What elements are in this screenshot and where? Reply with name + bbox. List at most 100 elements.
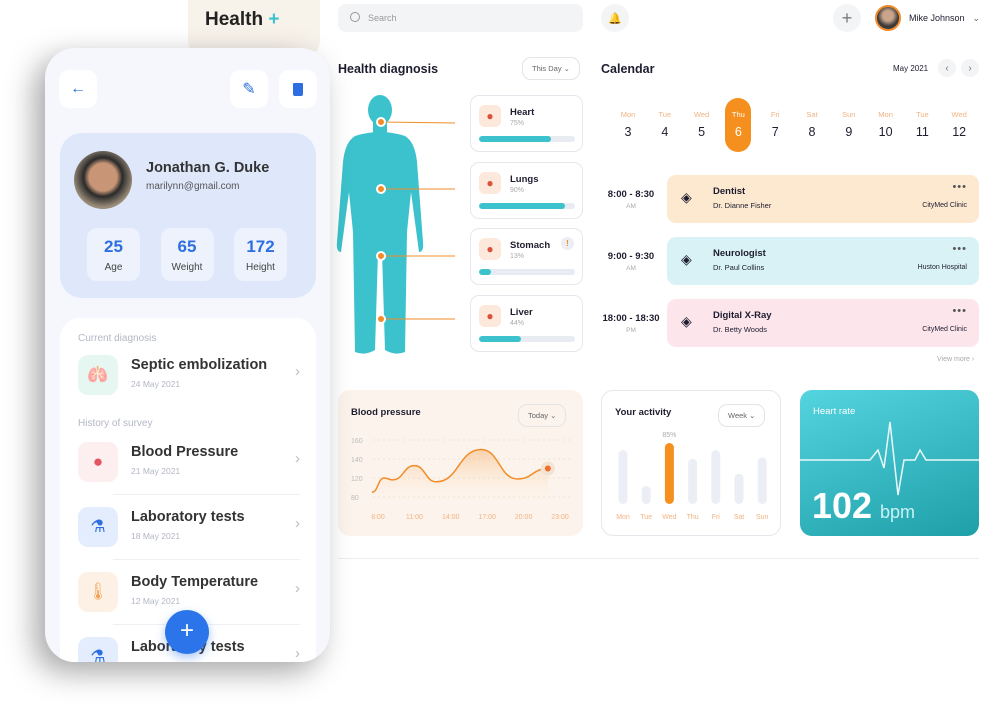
x-tick-label: Thu bbox=[687, 514, 699, 521]
x-tick-label: Tue bbox=[640, 514, 652, 521]
item-date: 24 May 2021 bbox=[131, 379, 181, 389]
list-item[interactable]: ● Blood Pressure 21 May 2021 › bbox=[78, 438, 300, 488]
appointment-title: Dentist bbox=[713, 186, 746, 197]
add-fab-button[interactable]: + bbox=[165, 610, 209, 654]
stat-label: Weight bbox=[171, 262, 203, 273]
item-title: Laboratory tests bbox=[131, 509, 245, 525]
date-number: 7 bbox=[771, 125, 779, 139]
stat-value: 172 bbox=[246, 237, 275, 256]
calendar-day[interactable]: Fri 7 bbox=[762, 110, 788, 139]
avatar bbox=[74, 151, 132, 209]
user-menu[interactable]: Mike Johnson ⌄ bbox=[875, 5, 980, 31]
time-range: 8:00 - 8:30 bbox=[607, 189, 655, 200]
add-button[interactable]: + bbox=[833, 4, 861, 32]
heart-rate-card: Heart rate 102 bpm bbox=[800, 390, 979, 536]
item-title: Body Temperature bbox=[131, 574, 259, 590]
calendar-day[interactable]: Thu 6 bbox=[725, 98, 752, 152]
section-label: History of survey bbox=[78, 418, 153, 429]
calendar-day[interactable]: Tue 11 bbox=[909, 110, 935, 139]
progress-bar bbox=[479, 269, 575, 275]
lungs-icon: 🫁 bbox=[78, 355, 118, 395]
list-item[interactable]: 🫁 Septic embolization 24 May 2021 › bbox=[78, 351, 300, 401]
y-tick-label: 120 bbox=[351, 476, 363, 483]
date-number: 4 bbox=[661, 125, 669, 139]
delete-button[interactable] bbox=[279, 70, 317, 108]
organ-percent: 44% bbox=[510, 319, 525, 327]
calendar-day[interactable]: Wed 12 bbox=[946, 110, 972, 139]
stat-box: 65 Weight bbox=[160, 228, 214, 281]
organ-name: Lungs bbox=[510, 173, 539, 185]
calendar-day[interactable]: Mon 10 bbox=[873, 110, 899, 139]
doctor-name: Dr. Betty Woods bbox=[713, 325, 768, 334]
time-range: 9:00 - 9:30 bbox=[607, 251, 655, 262]
organ-percent: 13% bbox=[510, 253, 525, 260]
calendar-day[interactable]: Sun 9 bbox=[836, 110, 862, 139]
search-input[interactable]: Search bbox=[338, 4, 583, 32]
stat-box: 172 Height bbox=[234, 228, 287, 281]
xray-icon: ◈ bbox=[681, 313, 692, 329]
section-title: Health diagnosis bbox=[338, 62, 439, 76]
appointment-card[interactable]: ◈ Dentist Dr. Dianne Fisher ••• CityMed Clin… bbox=[667, 175, 979, 223]
period-dropdown[interactable]: This Day ⌄ bbox=[522, 57, 580, 80]
weekday: Mon bbox=[620, 110, 636, 119]
progress-fill bbox=[479, 136, 551, 142]
activity-bar[interactable] bbox=[641, 486, 651, 504]
organ-percent: 75% bbox=[510, 120, 525, 127]
next-month-button[interactable]: › bbox=[961, 59, 979, 77]
activity-bar[interactable] bbox=[711, 450, 721, 504]
appointment-title: Digital X-Ray bbox=[713, 310, 772, 321]
activity-bar[interactable] bbox=[688, 458, 698, 504]
logo[interactable]: Health + bbox=[205, 9, 279, 31]
organ-card[interactable]: ● Liver 44% bbox=[470, 294, 583, 352]
edit-button[interactable]: ✎ bbox=[230, 70, 268, 108]
divider bbox=[338, 558, 979, 559]
lungs-icon: ● bbox=[479, 171, 501, 194]
divider bbox=[113, 559, 300, 560]
more-options-button[interactable]: ••• bbox=[952, 243, 967, 255]
more-options-button[interactable]: ••• bbox=[952, 181, 967, 193]
calendar-day[interactable]: Tue 4 bbox=[652, 110, 678, 139]
y-tick-label: 140 bbox=[351, 457, 363, 464]
item-date: 18 May 2021 bbox=[131, 531, 181, 541]
calendar-day[interactable]: Mon 3 bbox=[615, 110, 641, 139]
chevron-right-icon: › bbox=[295, 515, 300, 532]
clinic-name: CityMed Clinic bbox=[922, 326, 967, 333]
weekday: Wed bbox=[693, 110, 710, 119]
ampm: AM bbox=[626, 203, 636, 210]
chevron-down-icon: ⌄ bbox=[972, 12, 981, 23]
organ-card[interactable]: ● Lungs 90% bbox=[470, 161, 583, 219]
profile-card: Jonathan G. Duke marilynn@gmail.com 25 Ag… bbox=[60, 133, 316, 298]
calendar-day[interactable]: Wed 5 bbox=[689, 110, 715, 139]
appointment-card[interactable]: ◈ Neurologist Dr. Paul Collins ••• Huston Ho… bbox=[667, 237, 979, 285]
back-button[interactable]: ← bbox=[59, 70, 97, 108]
activity-bar[interactable] bbox=[757, 457, 767, 504]
weekday: Mon bbox=[878, 110, 893, 119]
bell-icon: 🔔 bbox=[608, 12, 622, 25]
x-tick-label: Fri bbox=[712, 514, 721, 521]
weekday: Thu bbox=[731, 110, 745, 119]
logo-text: Health bbox=[205, 9, 264, 30]
progress-fill bbox=[479, 202, 566, 209]
date-number: 10 bbox=[878, 125, 893, 139]
organ-card[interactable]: ● Stomach 13% ! bbox=[470, 228, 583, 285]
prev-month-button[interactable]: ‹ bbox=[938, 59, 956, 77]
notification-button[interactable]: 🔔 bbox=[601, 4, 629, 32]
activity-bar[interactable] bbox=[618, 450, 628, 504]
list-item[interactable]: ⚗ Laboratory tests 18 May 2021 › bbox=[78, 503, 300, 553]
chevron-right-icon: › bbox=[295, 645, 300, 662]
x-tick-label: Sat bbox=[734, 514, 745, 521]
more-options-button[interactable]: ••• bbox=[952, 305, 967, 317]
warning-icon[interactable]: ! bbox=[561, 237, 574, 250]
view-more-link[interactable]: View more › bbox=[937, 356, 974, 363]
mobile-profile-panel: ← ✎ Jonathan G. Duke marilynn@gmail.com … bbox=[45, 48, 330, 662]
organ-card[interactable]: ● Heart 75% bbox=[470, 95, 583, 152]
activity-bar[interactable] bbox=[664, 443, 674, 504]
last-data-point[interactable] bbox=[544, 465, 551, 472]
patient-name: Jonathan G. Duke bbox=[146, 160, 270, 176]
body-figure bbox=[336, 95, 456, 354]
date-number: 11 bbox=[915, 125, 929, 139]
weekday: Sat bbox=[806, 110, 818, 119]
appointment-card[interactable]: ◈ Digital X-Ray Dr. Betty Woods ••• CityMed … bbox=[667, 299, 979, 347]
activity-bar[interactable] bbox=[734, 473, 744, 504]
calendar-day[interactable]: Sat 8 bbox=[799, 110, 825, 139]
